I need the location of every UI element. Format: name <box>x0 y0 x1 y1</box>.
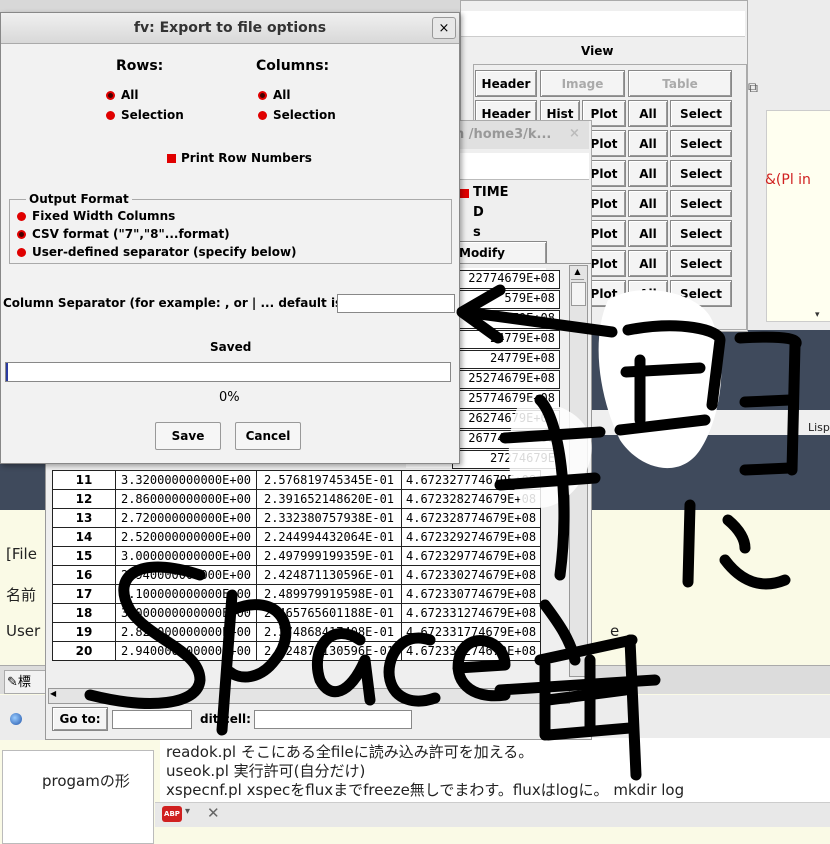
glyph-stroke <box>224 599 292 683</box>
glyph-stroke <box>719 554 791 590</box>
handwritten-annotation <box>84 284 802 781</box>
glyph-stroke <box>722 514 751 554</box>
glyph-stroke <box>682 499 696 588</box>
glyph-stroke <box>311 628 376 706</box>
glyph-stroke <box>84 561 206 709</box>
glyph-stroke <box>739 462 796 476</box>
whiteout-blob <box>598 290 722 469</box>
glyph-stroke <box>542 722 636 741</box>
glyph-stroke <box>494 472 601 491</box>
glyph-stroke <box>624 634 642 781</box>
glyph-stroke <box>739 394 796 408</box>
glyph-stroke <box>383 632 441 707</box>
glyph-stroke <box>499 426 606 444</box>
